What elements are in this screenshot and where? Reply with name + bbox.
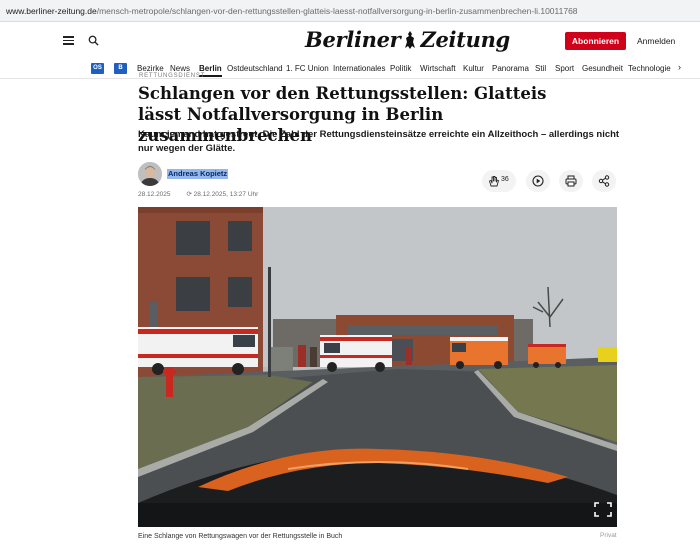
clap-icon bbox=[489, 176, 499, 187]
address-bar[interactable]: www.berliner-zeitung.de/mensch-metropole… bbox=[0, 0, 700, 22]
article-dates: 28.12.2025 ⟳ 28.12.2025, 13:27 Uhr bbox=[138, 190, 258, 198]
update-date: 28.12.2025, 13:27 Uhr bbox=[193, 191, 259, 198]
audio-play-button[interactable] bbox=[526, 170, 550, 192]
article-teaser: Kaum jemand hat gestreut. Die Zahl der R… bbox=[138, 129, 620, 154]
site-header: Berliner Zeitung Abonnieren Anmelden bbox=[0, 22, 700, 59]
nav-item-union[interactable]: 1. FC Union bbox=[286, 63, 329, 75]
url-host: www.berliner-zeitung.de bbox=[6, 6, 97, 16]
nav-item-sport[interactable]: Sport bbox=[555, 63, 574, 75]
b-badge[interactable]: B bbox=[114, 63, 127, 74]
update-icon: ⟳ bbox=[186, 191, 192, 198]
article-photo[interactable] bbox=[138, 207, 617, 527]
photo-caption: Eine Schlange von Rettungswagen vor der … bbox=[138, 533, 343, 540]
clap-count: 36 bbox=[501, 176, 509, 183]
author-avatar[interactable] bbox=[138, 162, 162, 186]
logo-text-1: Berliner bbox=[305, 27, 401, 52]
nav-item-stil[interactable]: Stil bbox=[535, 63, 546, 75]
nav-item-internationales[interactable]: Internationales bbox=[333, 63, 385, 75]
login-link[interactable]: Anmelden bbox=[637, 32, 675, 50]
subscribe-button[interactable]: Abonnieren bbox=[565, 32, 626, 50]
nav-item-ostdeutschland[interactable]: Ostdeutschland bbox=[227, 63, 283, 75]
author-name[interactable]: Andreas Kopietz bbox=[167, 169, 229, 179]
article-rubric: Rettungsdienst bbox=[139, 73, 206, 79]
nav-item-politik[interactable]: Politik bbox=[390, 63, 411, 75]
bear-icon bbox=[405, 31, 416, 49]
nav-more-icon[interactable]: › bbox=[678, 62, 681, 72]
main-nav: OS B Bezirke News Berlin Ostdeutschland … bbox=[0, 61, 700, 77]
os-badge[interactable]: OS bbox=[91, 63, 104, 74]
share-button[interactable] bbox=[592, 170, 616, 192]
search-icon[interactable] bbox=[88, 35, 99, 46]
logo-text-2: Zeitung bbox=[420, 27, 510, 52]
header-divider bbox=[0, 78, 700, 79]
print-icon bbox=[565, 175, 577, 187]
photo-credit: Privat bbox=[600, 532, 617, 539]
nav-item-gesundheit[interactable]: Gesundheit bbox=[582, 63, 623, 75]
site-logo[interactable]: Berliner Zeitung bbox=[305, 27, 510, 52]
nav-item-wirtschaft[interactable]: Wirtschaft bbox=[420, 63, 456, 75]
print-button[interactable] bbox=[559, 170, 583, 192]
nav-item-technologie[interactable]: Technologie bbox=[628, 63, 671, 75]
clap-button[interactable]: 36 bbox=[482, 170, 516, 192]
nav-item-kultur[interactable]: Kultur bbox=[463, 63, 484, 75]
publish-date: 28.12.2025 bbox=[138, 191, 171, 198]
play-icon bbox=[532, 175, 544, 187]
url-path: /mensch-metropole/schlangen-vor-den-rett… bbox=[96, 6, 578, 16]
menu-icon[interactable] bbox=[63, 36, 74, 45]
nav-item-panorama[interactable]: Panorama bbox=[492, 63, 529, 75]
share-icon bbox=[598, 175, 610, 187]
